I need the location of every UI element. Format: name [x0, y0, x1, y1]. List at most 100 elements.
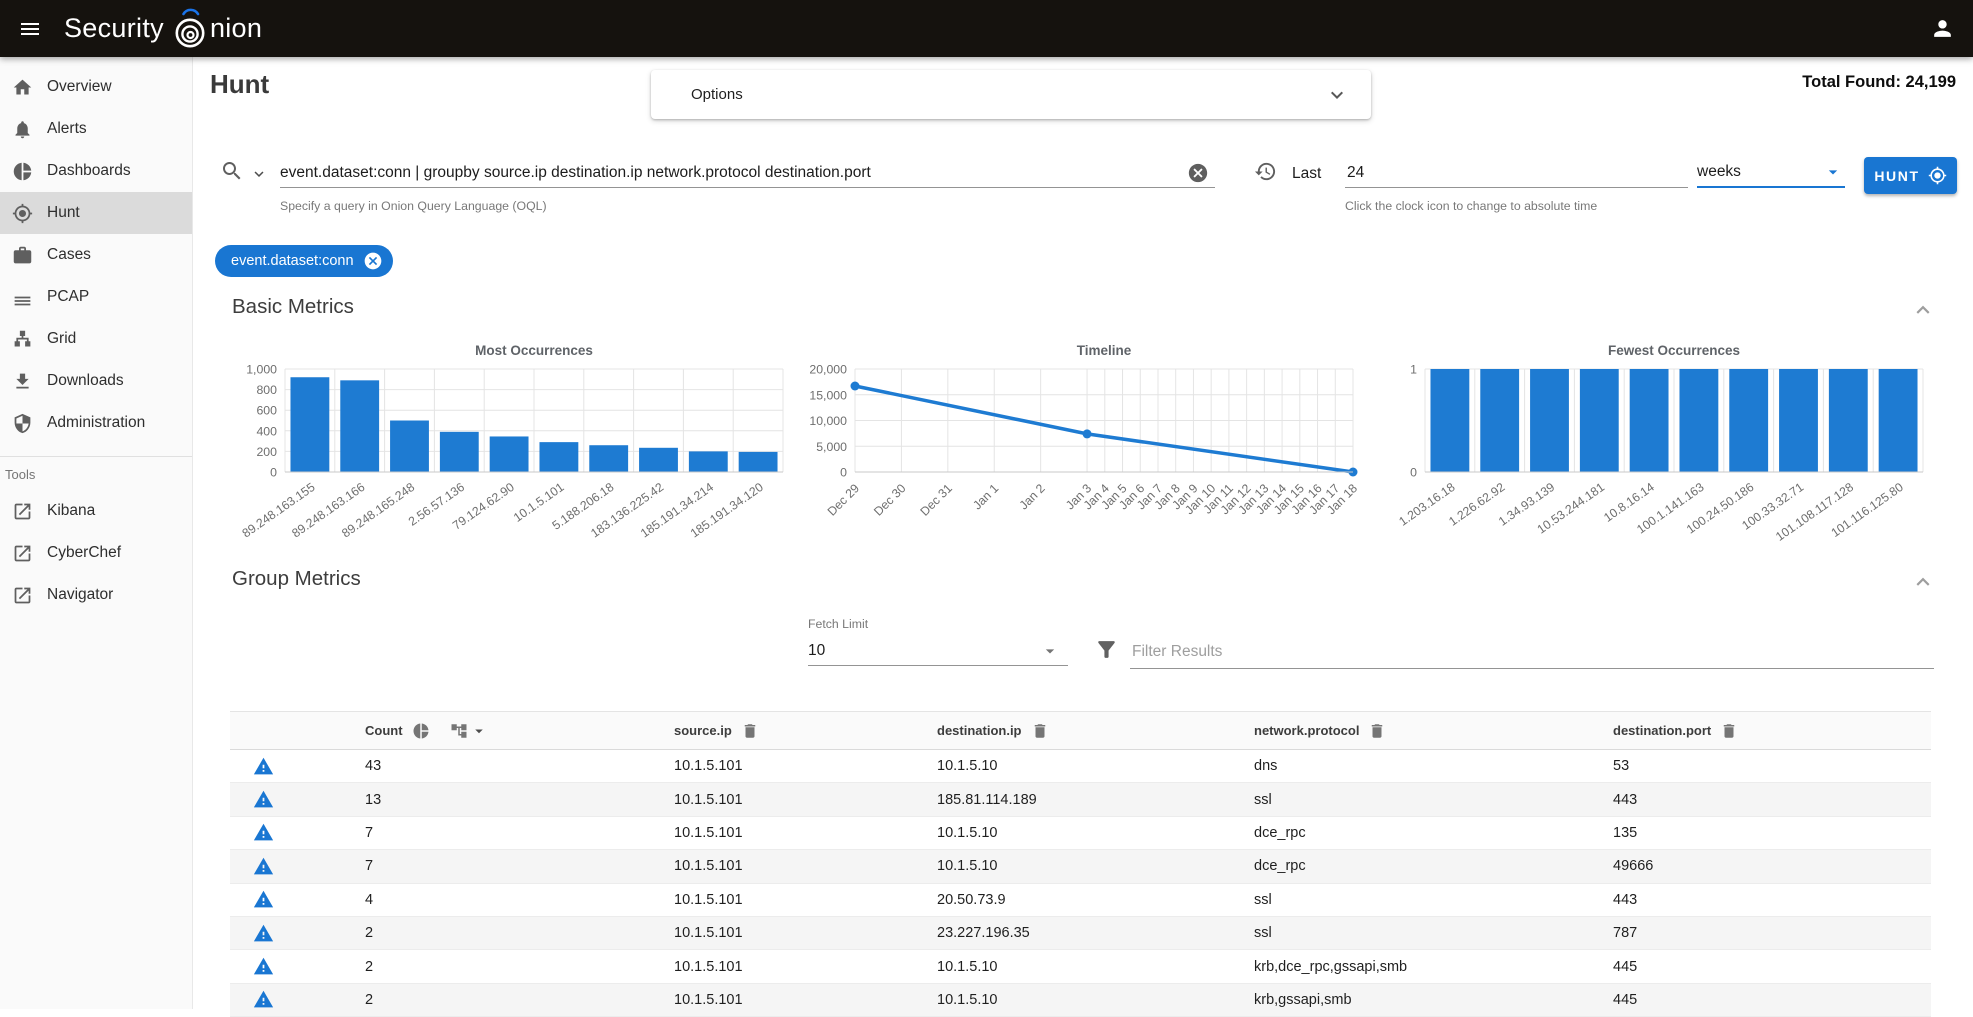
cell-source-ip[interactable]: 10.1.5.101	[639, 825, 902, 841]
cell-source-ip[interactable]: 10.1.5.101	[639, 858, 902, 874]
column-header-destination-port[interactable]: destination.port	[1578, 722, 1931, 740]
warning-icon[interactable]	[253, 889, 274, 910]
group-metrics-collapse-button[interactable]	[1910, 569, 1936, 595]
cell-source-ip[interactable]: 10.1.5.101	[639, 892, 902, 908]
cell-destination-ip[interactable]: 10.1.5.10	[902, 858, 1219, 874]
filter-chip[interactable]: event.dataset:conn	[215, 245, 393, 277]
query-input[interactable]	[280, 158, 1215, 188]
cell-network-protocol[interactable]: krb,dce_rpc,gssapi,smb	[1219, 959, 1578, 975]
remove-field-icon[interactable]	[1720, 722, 1738, 740]
cell-destination-ip[interactable]: 23.227.196.35	[902, 925, 1219, 941]
sidebar-item-alerts[interactable]: Alerts	[0, 108, 192, 150]
cell-count[interactable]: 43	[330, 758, 639, 774]
cell-destination-port[interactable]: 445	[1578, 992, 1931, 1008]
cell-count[interactable]: 2	[330, 992, 639, 1008]
cell-destination-port[interactable]: 135	[1578, 825, 1931, 841]
chip-remove-icon[interactable]	[363, 251, 383, 271]
column-header-source-ip[interactable]: source.ip	[639, 722, 902, 740]
remove-field-icon[interactable]	[1031, 722, 1049, 740]
cell-source-ip[interactable]: 10.1.5.101	[639, 792, 902, 808]
group-metrics-heading: Group Metrics	[232, 567, 361, 591]
query-expand-icon[interactable]	[250, 165, 268, 183]
cell-network-protocol[interactable]: dce_rpc	[1219, 825, 1578, 841]
cell-count[interactable]: 2	[330, 959, 639, 975]
sidebar-item-downloads[interactable]: Downloads	[0, 360, 192, 402]
sidebar-item-label: Kibana	[47, 502, 95, 520]
warning-icon[interactable]	[253, 989, 274, 1010]
pie-icon	[0, 161, 33, 182]
hunt-button[interactable]: HUNT	[1864, 157, 1957, 194]
chevron-up-icon	[1910, 297, 1936, 323]
fetch-limit-select[interactable]: 10	[808, 636, 1068, 666]
remove-field-icon[interactable]	[741, 722, 759, 740]
fewest-occurrences-chart[interactable]: Fewest Occurrences011.203.16.181.226.62.…	[1370, 339, 1940, 559]
hamburger-menu-button[interactable]	[12, 11, 48, 47]
cell-destination-ip[interactable]: 10.1.5.10	[902, 825, 1219, 841]
cell-destination-port[interactable]: 443	[1578, 792, 1931, 808]
chevron-down-icon	[1325, 83, 1349, 107]
cell-destination-ip[interactable]: 10.1.5.10	[902, 959, 1219, 975]
sidebar-item-hunt[interactable]: Hunt	[0, 192, 192, 234]
warning-icon[interactable]	[253, 856, 274, 877]
column-header-label: Count	[365, 723, 403, 738]
time-value-input[interactable]	[1345, 158, 1688, 188]
briefcase-icon	[0, 245, 33, 266]
cell-destination-port[interactable]: 445	[1578, 959, 1931, 975]
sidebar-item-kibana[interactable]: Kibana	[0, 490, 192, 532]
warning-icon[interactable]	[253, 956, 274, 977]
sidebar-item-grid[interactable]: Grid	[0, 318, 192, 360]
history-clock-icon[interactable]	[1254, 160, 1277, 183]
query-clear-icon[interactable]	[1187, 162, 1209, 184]
group-by-icon[interactable]	[450, 722, 468, 740]
column-header-destination-ip[interactable]: destination.ip	[902, 722, 1219, 740]
basic-metrics-heading: Basic Metrics	[232, 295, 354, 319]
sidebar-item-pcap[interactable]: PCAP	[0, 276, 192, 318]
cell-network-protocol[interactable]: ssl	[1219, 892, 1578, 908]
cell-count[interactable]: 7	[330, 825, 639, 841]
user-account-button[interactable]	[1926, 12, 1959, 45]
warning-icon[interactable]	[253, 923, 274, 944]
cell-destination-port[interactable]: 53	[1578, 758, 1931, 774]
cell-count[interactable]: 2	[330, 925, 639, 941]
sidebar-item-administration[interactable]: Administration	[0, 402, 192, 444]
cell-destination-port[interactable]: 443	[1578, 892, 1931, 908]
cell-source-ip[interactable]: 10.1.5.101	[639, 925, 902, 941]
cell-source-ip[interactable]: 10.1.5.101	[639, 959, 902, 975]
group-by-dropdown-icon[interactable]	[470, 722, 488, 740]
cell-network-protocol[interactable]: dns	[1219, 758, 1578, 774]
cell-destination-ip[interactable]: 10.1.5.10	[902, 758, 1219, 774]
cell-destination-port[interactable]: 787	[1578, 925, 1931, 941]
cell-network-protocol[interactable]: ssl	[1219, 792, 1578, 808]
cell-destination-ip[interactable]: 185.81.114.189	[902, 792, 1219, 808]
cell-source-ip[interactable]: 10.1.5.101	[639, 992, 902, 1008]
sidebar-item-cases[interactable]: Cases	[0, 234, 192, 276]
table-row: 1310.1.5.101185.81.114.189ssl443	[230, 783, 1931, 816]
cell-destination-ip[interactable]: 20.50.73.9	[902, 892, 1219, 908]
cell-count[interactable]: 13	[330, 792, 639, 808]
pie-chart-toggle-icon[interactable]	[412, 722, 430, 740]
warning-icon[interactable]	[253, 822, 274, 843]
basic-metrics-collapse-button[interactable]	[1910, 297, 1936, 323]
column-header-count[interactable]: Count	[330, 722, 639, 740]
cell-count[interactable]: 4	[330, 892, 639, 908]
cell-network-protocol[interactable]: ssl	[1219, 925, 1578, 941]
remove-field-icon[interactable]	[1368, 722, 1386, 740]
cell-network-protocol[interactable]: krb,gssapi,smb	[1219, 992, 1578, 1008]
most-occurrences-chart[interactable]: Most Occurrences02004006008001,00089.248…	[230, 339, 800, 559]
time-unit-select[interactable]: weeks	[1697, 158, 1845, 188]
filter-results-input[interactable]	[1130, 636, 1934, 669]
warning-icon[interactable]	[253, 789, 274, 810]
options-expander[interactable]: Options	[651, 70, 1371, 119]
timeline-chart[interactable]: Timeline05,00010,00015,00020,000Dec 29De…	[800, 339, 1370, 559]
warning-icon[interactable]	[253, 756, 274, 777]
cell-source-ip[interactable]: 10.1.5.101	[639, 758, 902, 774]
column-header-network-protocol[interactable]: network.protocol	[1219, 722, 1578, 740]
sidebar-item-dashboards[interactable]: Dashboards	[0, 150, 192, 192]
cell-network-protocol[interactable]: dce_rpc	[1219, 858, 1578, 874]
cell-destination-port[interactable]: 49666	[1578, 858, 1931, 874]
sidebar-item-overview[interactable]: Overview	[0, 66, 192, 108]
cell-count[interactable]: 7	[330, 858, 639, 874]
sidebar-item-navigator[interactable]: Navigator	[0, 574, 192, 616]
sidebar-item-cyberchef[interactable]: CyberChef	[0, 532, 192, 574]
cell-destination-ip[interactable]: 10.1.5.10	[902, 992, 1219, 1008]
